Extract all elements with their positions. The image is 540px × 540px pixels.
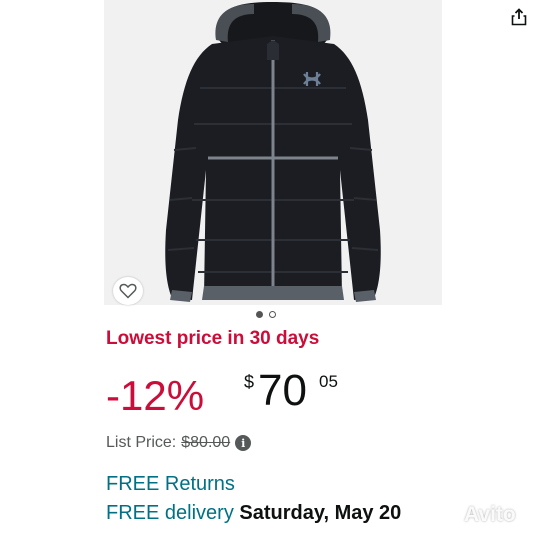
share-icon <box>511 8 527 26</box>
heart-outline-icon <box>119 283 137 299</box>
discount-percent: -12% <box>106 372 205 419</box>
avito-watermark: Avito <box>434 502 534 528</box>
image-pagination[interactable] <box>256 309 286 319</box>
currency-symbol: $ <box>244 372 255 392</box>
product-image-gallery[interactable] <box>104 0 536 305</box>
add-to-wishlist-button[interactable] <box>113 277 143 305</box>
deal-badge: Lowest price in 30 days <box>106 328 320 349</box>
delivery-info: FREE delivery Saturday, May 20 <box>106 502 401 525</box>
info-icon[interactable]: i <box>235 435 252 451</box>
share-button[interactable] <box>502 2 536 32</box>
pagination-dot-1[interactable] <box>256 310 263 318</box>
list-price-value: $80.00 <box>181 434 231 451</box>
avito-logo-icon <box>434 504 458 526</box>
free-returns-link[interactable]: FREE Returns <box>106 473 235 496</box>
free-delivery-link[interactable]: FREE delivery <box>106 502 234 524</box>
product-image[interactable] <box>104 0 442 305</box>
watermark-text: Avito <box>464 503 516 526</box>
list-price: List Price: $80.00 i <box>106 434 252 452</box>
price-fraction: 05 <box>319 372 338 391</box>
list-price-label: List Price: <box>106 434 177 451</box>
delivery-date: Saturday, May 20 <box>239 502 402 524</box>
pagination-dot-2[interactable] <box>269 310 276 318</box>
price-whole: 70 <box>258 366 307 415</box>
